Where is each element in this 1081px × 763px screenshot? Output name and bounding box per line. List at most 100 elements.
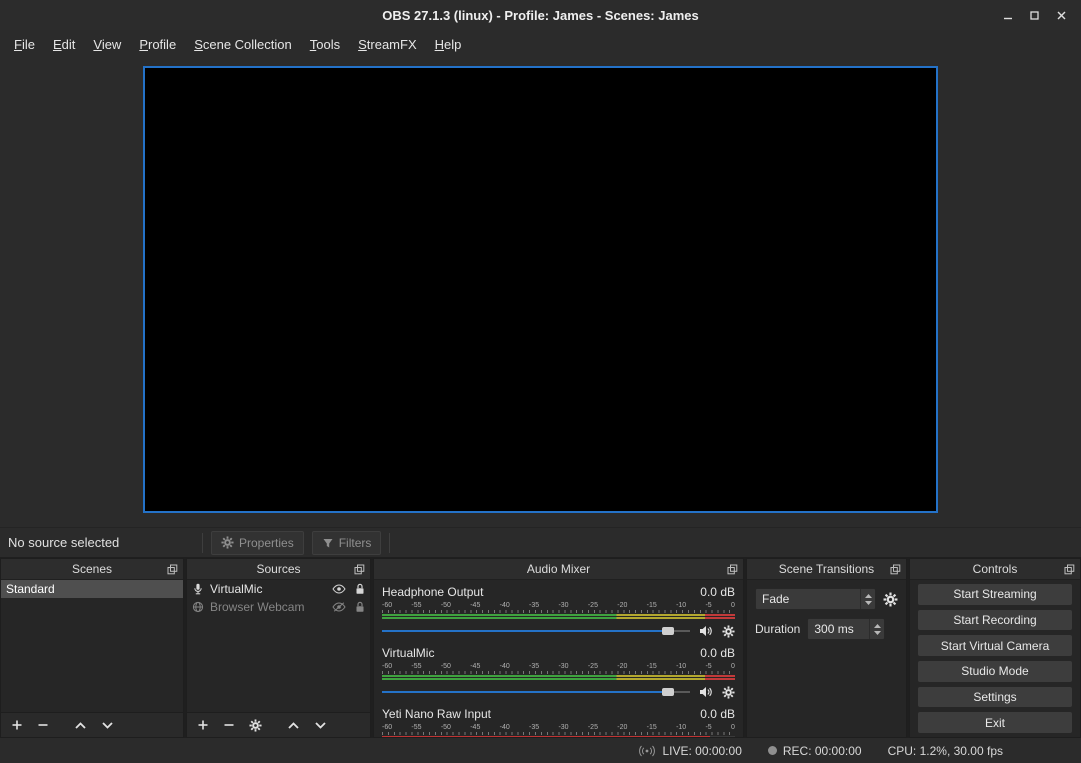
add-source-button[interactable]: [197, 719, 209, 731]
mixer-channel-header: Headphone Output 0.0 dB: [382, 585, 735, 599]
source-move-up-button[interactable]: [287, 721, 300, 730]
menu-profile[interactable]: Profile: [130, 32, 185, 57]
close-button[interactable]: [1048, 0, 1075, 30]
tick-label: -40: [500, 724, 510, 731]
speaker-icon[interactable]: [699, 686, 713, 698]
audio-level-meter: [382, 736, 735, 737]
mixer-channel-headphone-output: Headphone Output 0.0 dB -60-55-50-45-40-…: [382, 585, 735, 639]
obs-window: OBS 27.1.3 (linux) - Profile: James - Sc…: [0, 0, 1081, 763]
source-item-controls: [332, 601, 365, 613]
controls-dock: Controls Start Streaming Start Recording…: [909, 558, 1081, 738]
start-recording-button[interactable]: Start Recording: [918, 610, 1072, 631]
dock-float-icon[interactable]: [1064, 564, 1075, 575]
sources-dock: Sources VirtualMic: [186, 558, 371, 738]
tick-label: -25: [588, 724, 598, 731]
dock-float-icon[interactable]: [167, 564, 178, 575]
toolbar-separator: [389, 533, 390, 553]
volume-slider-handle[interactable]: [662, 688, 674, 696]
volume-slider[interactable]: [382, 684, 690, 700]
controls-dock-title: Controls: [973, 562, 1018, 576]
tick-label: -30: [558, 602, 568, 609]
mixer-channel-level: 0.0 dB: [700, 585, 735, 599]
channel-gear-icon[interactable]: [722, 625, 735, 638]
add-scene-button[interactable]: [11, 719, 23, 731]
visibility-eye-icon[interactable]: [332, 584, 346, 594]
start-virtual-camera-button[interactable]: Start Virtual Camera: [918, 635, 1072, 656]
lock-icon[interactable]: [355, 583, 365, 595]
channel-gear-icon[interactable]: [722, 686, 735, 699]
scenes-list: Standard: [1, 580, 183, 712]
sources-toolbar: [187, 712, 370, 737]
scene-move-down-button[interactable]: [101, 721, 114, 730]
remove-source-button[interactable]: [223, 719, 235, 731]
speaker-icon[interactable]: [699, 625, 713, 637]
rec-status: REC: 00:00:00: [768, 744, 862, 758]
menu-streamfx[interactable]: StreamFX: [349, 32, 426, 57]
mixer-channel-name: Yeti Nano Raw Input: [382, 707, 491, 721]
volume-slider[interactable]: [382, 623, 690, 639]
tick-label: -20: [617, 602, 627, 609]
maximize-button[interactable]: [1021, 0, 1048, 30]
tick-label: -20: [617, 663, 627, 670]
mixer-channel-header: VirtualMic 0.0 dB: [382, 646, 735, 660]
dock-float-icon[interactable]: [890, 564, 901, 575]
menu-tools[interactable]: Tools: [301, 32, 349, 57]
settings-button[interactable]: Settings: [918, 687, 1072, 708]
tick-label: -25: [588, 602, 598, 609]
live-time: LIVE: 00:00:00: [662, 744, 741, 758]
scene-move-up-button[interactable]: [74, 721, 87, 730]
source-item-controls: [332, 583, 365, 595]
tick-label: -60: [382, 724, 392, 731]
cpu-fps-text: CPU: 1.2%, 30.00 fps: [888, 744, 1003, 758]
menu-file[interactable]: File: [5, 32, 44, 57]
preview-canvas[interactable]: [143, 66, 938, 513]
source-item-label: VirtualMic: [210, 582, 262, 596]
tick-label: 0: [731, 663, 735, 670]
gear-icon: [221, 536, 234, 549]
selection-status: No source selected: [8, 535, 194, 550]
dock-float-icon[interactable]: [727, 564, 738, 575]
menu-scene-collection[interactable]: Scene Collection: [185, 32, 301, 57]
tick-label: -60: [382, 663, 392, 670]
audio-level-meter: [382, 675, 735, 680]
volume-slider-handle[interactable]: [662, 627, 674, 635]
source-item-browser-webcam[interactable]: Browser Webcam: [187, 598, 370, 616]
source-move-down-button[interactable]: [314, 721, 327, 730]
transition-select-arrows[interactable]: [860, 589, 875, 609]
studio-mode-button[interactable]: Studio Mode: [918, 661, 1072, 682]
transitions-dock-title: Scene Transitions: [779, 562, 874, 576]
menu-bar: File Edit View Profile Scene Collection …: [0, 30, 1081, 59]
lock-icon[interactable]: [355, 601, 365, 613]
scenes-dock: Scenes Standard: [0, 558, 184, 738]
duration-spin-arrows[interactable]: [869, 619, 884, 639]
spin-up-icon: [874, 624, 881, 628]
scene-item-standard[interactable]: Standard: [1, 580, 183, 598]
transition-select[interactable]: Fade: [755, 588, 876, 610]
properties-button[interactable]: Properties: [211, 531, 304, 555]
start-streaming-button[interactable]: Start Streaming: [918, 584, 1072, 605]
dock-row: Scenes Standard: [0, 557, 1081, 738]
filters-button-label: Filters: [339, 536, 372, 550]
tick-label: -50: [441, 602, 451, 609]
tick-label: -10: [676, 602, 686, 609]
scene-item-label: Standard: [6, 582, 55, 596]
broadcast-icon: [638, 745, 656, 757]
record-dot-icon: [768, 746, 777, 755]
source-item-virtualmic[interactable]: VirtualMic: [187, 580, 370, 598]
menu-view[interactable]: View: [84, 32, 130, 57]
filters-button[interactable]: Filters: [312, 531, 382, 555]
menu-help[interactable]: Help: [426, 32, 471, 57]
minimize-button[interactable]: [994, 0, 1021, 30]
visibility-eye-slash-icon[interactable]: [332, 602, 346, 612]
transition-properties-gear-icon[interactable]: [883, 592, 898, 607]
scenes-dock-header: Scenes: [1, 559, 183, 580]
exit-button[interactable]: Exit: [918, 712, 1072, 733]
chevron-down-icon: [865, 601, 872, 605]
duration-spinbox[interactable]: 300 ms: [807, 618, 885, 640]
source-properties-gear-icon[interactable]: [249, 719, 262, 732]
mixer-channel-virtualmic: VirtualMic 0.0 dB -60-55-50-45-40-35-30-…: [382, 646, 735, 700]
dock-float-icon[interactable]: [354, 564, 365, 575]
remove-scene-button[interactable]: [37, 719, 49, 731]
preview-area: [0, 59, 1081, 527]
menu-edit[interactable]: Edit: [44, 32, 84, 57]
